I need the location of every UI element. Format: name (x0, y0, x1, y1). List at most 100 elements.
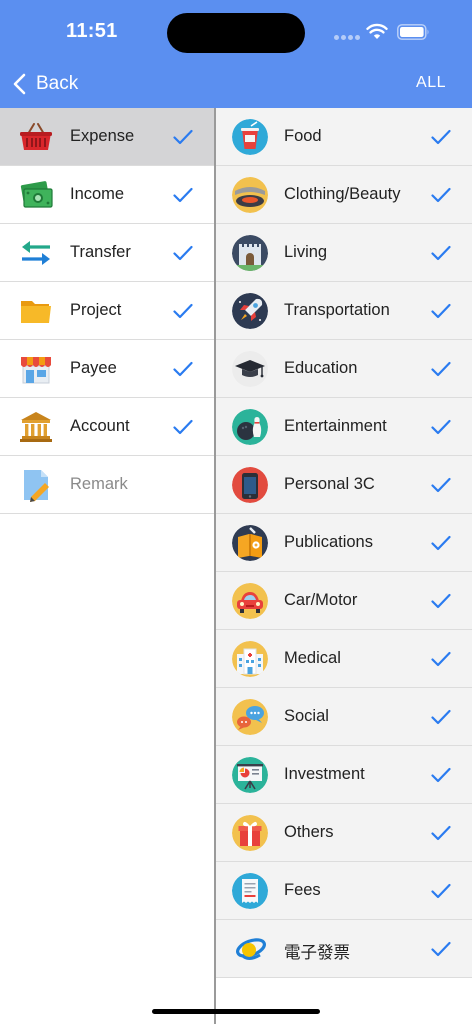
cellular-signal-icon (334, 35, 360, 41)
checkmark-icon (173, 129, 193, 145)
checkmark-icon (431, 477, 451, 493)
filter-item-account[interactable]: Account (0, 398, 214, 456)
category-item-e-invoice[interactable]: 電子發票 (216, 920, 472, 978)
back-button[interactable]: Back (12, 68, 78, 100)
select-all-button[interactable]: ALL (416, 74, 446, 92)
category-item-clothing-beauty[interactable]: Clothing/Beauty (216, 166, 472, 224)
filter-item-label: Expense (70, 127, 135, 145)
category-label: Social (284, 707, 329, 725)
checkmark-icon (431, 651, 451, 667)
checkmark-icon (431, 767, 451, 783)
presentation-chart-icon (232, 757, 268, 793)
rocket-icon (232, 293, 268, 329)
folder-icon (21, 301, 51, 323)
category-label: Entertainment (284, 417, 387, 435)
category-label: Education (284, 359, 358, 377)
category-label: Personal 3C (284, 475, 375, 493)
filter-item-label: Remark (70, 475, 128, 493)
filter-item-remark[interactable]: Remark (0, 456, 214, 514)
basket-icon (20, 123, 52, 150)
checkmark-icon (431, 361, 451, 377)
note-pencil-icon (24, 470, 49, 502)
dynamic-island (167, 13, 305, 53)
checkmark-icon (431, 303, 451, 319)
filter-item-transfer[interactable]: Transfer (0, 224, 214, 282)
checkmark-icon (431, 245, 451, 261)
nav-header: 11:51 Back ALL (0, 0, 472, 108)
checkmark-icon (173, 245, 193, 261)
category-item-others[interactable]: Others (216, 804, 472, 862)
money-icon (20, 181, 53, 208)
checkmark-icon (431, 709, 451, 725)
category-item-medical[interactable]: Medical (216, 630, 472, 688)
category-label: Others (284, 823, 334, 841)
transfer-arrows-icon (22, 241, 50, 265)
category-item-social[interactable]: Social (216, 688, 472, 746)
category-label: Investment (284, 765, 365, 783)
category-label: 電子發票 (284, 944, 350, 962)
checkmark-icon (431, 883, 451, 899)
filter-item-label: Account (70, 417, 130, 435)
chevron-left-icon (13, 73, 26, 95)
bank-icon (20, 412, 52, 442)
chat-bubbles-icon (232, 699, 268, 735)
category-label: Clothing/Beauty (284, 185, 401, 203)
filter-type-list: Expense Income Transfer Project Payee Ac… (0, 108, 214, 1024)
filter-item-expense[interactable]: Expense (0, 108, 214, 166)
e-invoice-icon (232, 931, 268, 967)
category-item-fees[interactable]: Fees (216, 862, 472, 920)
battery-icon (397, 24, 429, 40)
receipt-icon (232, 873, 268, 909)
filter-item-label: Income (70, 185, 125, 203)
filter-item-income[interactable]: Income (0, 166, 214, 224)
status-time: 11:51 (66, 20, 118, 42)
category-item-food[interactable]: Food (216, 108, 472, 166)
category-label: Publications (284, 533, 373, 551)
filter-item-label: Transfer (70, 243, 131, 261)
checkmark-icon (431, 129, 451, 145)
category-label: Living (284, 243, 328, 261)
category-list: Food Clothing/Beauty Living Transportati… (216, 108, 472, 1024)
graduation-cap-icon (232, 351, 268, 387)
home-indicator[interactable] (152, 1009, 320, 1014)
checkmark-icon (173, 187, 193, 203)
checkmark-icon (431, 593, 451, 609)
category-item-transportation[interactable]: Transportation (216, 282, 472, 340)
category-item-entertainment[interactable]: Entertainment (216, 398, 472, 456)
checkmark-icon (173, 361, 193, 377)
back-button-label: Back (36, 73, 79, 94)
checkmark-icon (431, 941, 451, 957)
checkmark-icon (173, 303, 193, 319)
category-label: Food (284, 127, 322, 145)
store-icon (21, 357, 51, 384)
car-icon (232, 583, 268, 619)
checkmark-icon (431, 825, 451, 841)
category-item-car-motor[interactable]: Car/Motor (216, 572, 472, 630)
category-label: Transportation (284, 301, 390, 319)
filter-item-payee[interactable]: Payee (0, 340, 214, 398)
category-item-publications[interactable]: Publications (216, 514, 472, 572)
category-item-education[interactable]: Education (216, 340, 472, 398)
category-label: Car/Motor (284, 591, 358, 609)
hospital-icon (232, 641, 268, 677)
filter-item-label: Project (70, 301, 122, 319)
checkmark-icon (431, 419, 451, 435)
filter-item-label: Payee (70, 359, 117, 377)
category-item-personal-3c[interactable]: Personal 3C (216, 456, 472, 514)
hat-icon (232, 177, 268, 213)
wifi-icon (366, 23, 388, 39)
filter-item-project[interactable]: Project (0, 282, 214, 340)
category-label: Medical (284, 649, 341, 667)
gift-icon (232, 815, 268, 851)
house-icon (232, 235, 268, 271)
checkmark-icon (431, 535, 451, 551)
phone-icon (232, 467, 268, 503)
checkmark-icon (431, 187, 451, 203)
category-item-investment[interactable]: Investment (216, 746, 472, 804)
bowling-icon (232, 409, 268, 445)
category-label: Fees (284, 881, 321, 899)
checkmark-icon (173, 419, 193, 435)
book-icon (232, 525, 268, 561)
category-item-living[interactable]: Living (216, 224, 472, 282)
drink-icon (232, 119, 268, 155)
